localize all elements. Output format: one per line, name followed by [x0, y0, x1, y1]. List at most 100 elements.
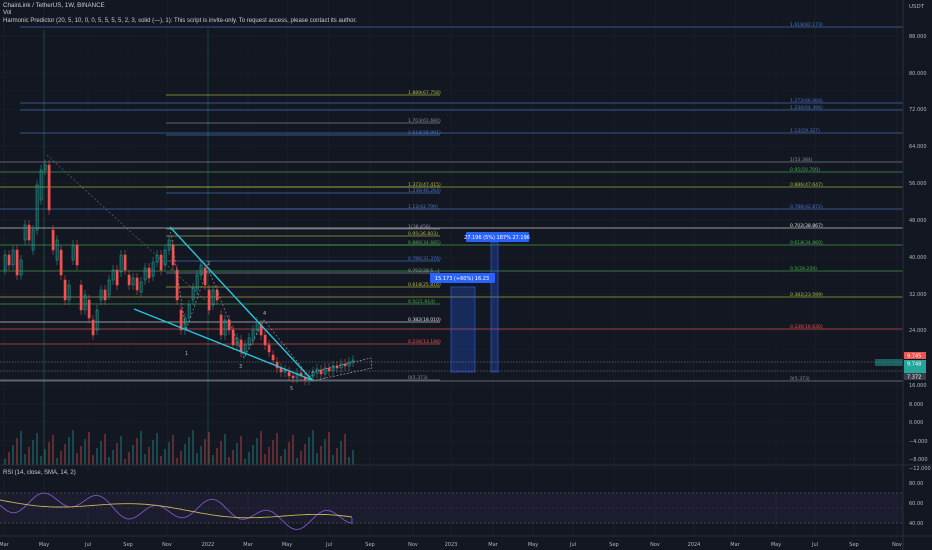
candle-body	[227, 319, 231, 331]
volume-bar	[72, 430, 74, 465]
volume-bar	[344, 434, 346, 465]
fib-right-label: 0.618(34.860)	[790, 240, 823, 246]
volume-bar	[148, 447, 150, 465]
fib-left-label: 1.236(46.264)	[408, 188, 441, 194]
volume-bar	[56, 458, 58, 465]
rsi-axis-80: 80.00	[909, 481, 923, 487]
wedge-upper-line	[169, 226, 313, 381]
time-axis-label: Sep	[365, 542, 374, 548]
volume-bar	[224, 434, 226, 465]
candle-body	[51, 229, 55, 251]
volume-bar	[32, 440, 34, 465]
time-axis-label: May	[39, 542, 49, 548]
price-axis-label: 88.000	[909, 34, 927, 40]
volume-bar	[76, 453, 78, 465]
volume-bar	[120, 436, 122, 465]
volume-bars	[4, 430, 354, 465]
volume-bar	[156, 433, 158, 465]
volume-bar	[308, 437, 310, 465]
price-axis-label: 16.000	[909, 383, 927, 389]
candle-body	[215, 289, 219, 301]
volume-bar	[180, 451, 182, 465]
volume-bar	[184, 444, 186, 465]
rsi-axis-60: 60.00	[909, 501, 923, 507]
rsi-axis-40: 40.00	[909, 521, 923, 527]
volume-bar	[124, 459, 126, 465]
volume-bar	[160, 456, 162, 465]
price-axis-label: 64.000	[909, 144, 927, 150]
fib-right-label: 0.382(23.599)	[790, 292, 823, 298]
fib-right-label: 0.236(16.630)	[790, 324, 823, 330]
fib-right-label: 1.618(82.173)	[790, 22, 823, 28]
volume-bar	[292, 435, 294, 465]
candle-body	[115, 269, 119, 286]
candle-body	[207, 289, 211, 311]
chart-title[interactable]: ChainLink / TetherUS, 1W, BINANCE	[3, 2, 105, 9]
volume-bar	[28, 447, 30, 465]
chart-canvas[interactable]: 1.889(67.758)1.703(61.680)1.618(58.901)1…	[0, 0, 932, 550]
time-axis[interactable]: Mar May Jul Sep Nov 2022 Mar May Jul Sep Nov 2023 Ma…	[0, 542, 902, 548]
candle-body	[47, 164, 51, 211]
volume-bar	[128, 452, 130, 465]
volume-bar	[136, 438, 138, 465]
volume-bar	[296, 458, 298, 465]
volume-bar	[80, 446, 82, 465]
fib-right-label: 1.236(64.396)	[790, 105, 823, 111]
candle-body	[147, 267, 151, 279]
volume-bar	[288, 442, 290, 465]
time-axis-label: Jul	[811, 542, 818, 548]
rsi-legend[interactable]: RSI (14, close, SMA, 14, 2)	[3, 470, 76, 476]
volume-bar	[232, 450, 234, 465]
price-axis-label: −12.000	[909, 466, 931, 472]
indicator-legend[interactable]: Harmonic Predictor (20, 5, 10, 0, 0, 5, …	[3, 18, 357, 24]
candle-body	[59, 249, 63, 276]
volume-bar	[16, 438, 18, 465]
candle-body	[287, 371, 291, 377]
candle-body	[79, 284, 83, 311]
volume-bar	[92, 455, 94, 465]
volume-bar	[256, 438, 258, 465]
time-axis-label: 2024	[688, 542, 701, 548]
time-axis-label: Mar	[243, 542, 253, 548]
volume-bar	[140, 431, 142, 465]
candle-body	[63, 279, 67, 301]
wave-label-4: 4	[263, 311, 266, 317]
candle-body	[91, 319, 95, 336]
rsi-pane	[0, 492, 903, 531]
grid-lines	[0, 0, 903, 536]
price-axis-label: −4.000	[909, 439, 928, 445]
volume-bar	[96, 448, 98, 465]
price-axis-label: 40.000	[909, 255, 927, 261]
price-axis[interactable]: 88.000 80.000 72.000 64.000 56.000 48.000 40.0…	[909, 34, 931, 472]
fib-right-label: 0(5.373)	[790, 376, 810, 382]
candle-body	[291, 375, 295, 379]
projection-label-large: 27.196 (5%) 187% 27.196	[464, 235, 530, 241]
price-axis-label: 0.000	[909, 420, 923, 426]
volume-bar	[104, 434, 106, 465]
fib-right-label: 0.886(47.647)	[790, 182, 823, 188]
candle-body	[219, 314, 223, 336]
rsi-axis: 80.00 60.00 40.00	[909, 481, 923, 527]
volume-legend[interactable]: Vol	[3, 10, 11, 16]
projection-boxes: 15.173 (+60%) 16.23 27.196 (5%) 187% 27.…	[430, 232, 530, 373]
candle-body	[127, 274, 131, 286]
wave-label-2: 2	[207, 261, 210, 267]
time-axis-label: Nov	[892, 542, 902, 548]
candle-body	[75, 244, 79, 266]
time-axis-label: May	[528, 542, 538, 548]
candle-body	[135, 277, 139, 291]
volume-bar	[348, 457, 350, 465]
volume-bar	[196, 453, 198, 465]
price-axis-label: 56.000	[909, 181, 927, 187]
candle-body	[271, 354, 275, 361]
volume-bar	[100, 441, 102, 465]
volume-bar	[304, 444, 306, 465]
volume-bar	[264, 454, 266, 465]
volume-bar	[340, 441, 342, 465]
time-axis-label: 2023	[445, 542, 458, 548]
fib-left-label: 0.5(21.914)	[408, 299, 435, 305]
time-axis-label: 2022	[202, 542, 215, 548]
volume-bar	[280, 456, 282, 465]
time-axis-label: Sep	[849, 542, 858, 548]
rsi-band	[0, 493, 903, 523]
